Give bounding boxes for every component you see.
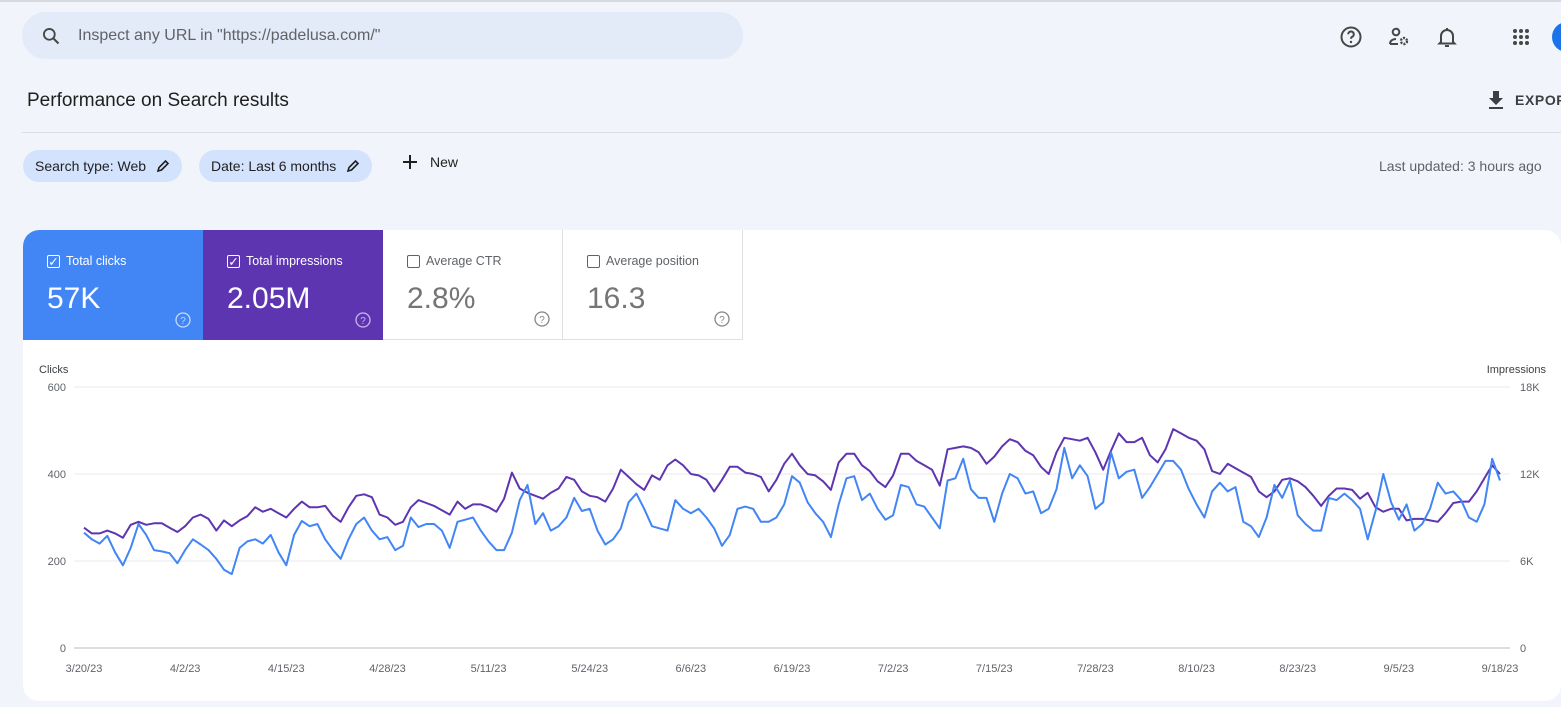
x-tick-label: 4/2/23 xyxy=(170,663,201,675)
series-line-clicks xyxy=(83,446,1501,576)
last-updated: Last updated: 3 hours ago xyxy=(1379,158,1542,174)
y-tick-right: 18K xyxy=(1520,382,1540,394)
metric-label: Average CTR xyxy=(426,254,502,268)
checkbox-checked-icon[interactable]: ✓ xyxy=(47,254,60,269)
help-icon xyxy=(1340,26,1362,48)
edit-pencil-icon xyxy=(347,159,360,173)
page-title: Performance on Search results xyxy=(27,90,289,111)
filter-chip-label: Search type: Web xyxy=(35,158,147,174)
help-icon[interactable]: ? xyxy=(534,311,550,327)
checkbox-checked-icon[interactable]: ✓ xyxy=(227,254,240,269)
metric-label: Total impressions xyxy=(246,254,343,268)
x-tick-label: 3/20/23 xyxy=(66,663,103,675)
y-tick-left: 600 xyxy=(48,382,66,394)
new-filter-button[interactable]: New xyxy=(402,154,458,170)
notifications-button[interactable] xyxy=(1434,24,1460,50)
metric-average-position[interactable]: Average position 16.3 ? xyxy=(563,230,743,340)
performance-card: ✓ Total clicks 57K ? ✓ Total impressions 2… xyxy=(23,230,1561,701)
x-tick-label: 5/24/23 xyxy=(571,663,608,675)
avatar[interactable] xyxy=(1552,22,1561,52)
help-icon[interactable]: ? xyxy=(175,312,191,328)
performance-chart[interactable]: 0 0 200 6K 400 12K 600 18K 3/20/23 4/2/23 4/15/23 4… xyxy=(23,370,1561,700)
y-tick-left: 200 xyxy=(48,556,66,568)
filter-chip-date[interactable]: Date: Last 6 months xyxy=(199,150,373,182)
svg-text:?: ? xyxy=(360,316,366,327)
svg-text:?: ? xyxy=(180,316,186,327)
x-tick-label: 5/11/23 xyxy=(471,663,507,675)
y-tick-right: 0 xyxy=(1520,643,1526,655)
download-icon xyxy=(1489,91,1503,109)
x-tick-label: 7/2/23 xyxy=(878,663,909,675)
x-tick-label: 7/15/23 xyxy=(976,663,1013,675)
metric-total-impressions[interactable]: ✓ Total impressions 2.05M ? xyxy=(203,230,383,340)
plus-icon xyxy=(403,155,417,169)
x-tick-label: 4/28/23 xyxy=(369,663,406,675)
x-tick-label: 4/15/23 xyxy=(268,663,305,675)
bell-icon xyxy=(1437,28,1457,47)
x-tick-label: 6/19/23 xyxy=(774,663,811,675)
export-label: EXPORT xyxy=(1515,92,1561,108)
help-button[interactable] xyxy=(1338,24,1364,50)
manage-users-icon xyxy=(1389,27,1409,46)
x-tick-label: 9/18/23 xyxy=(1482,663,1519,675)
metric-label: Average position xyxy=(606,254,699,268)
x-tick-label: 8/10/23 xyxy=(1178,663,1215,675)
metric-value: 2.05M xyxy=(227,282,311,315)
metric-value: 57K xyxy=(47,282,101,315)
y-tick-left: 0 xyxy=(60,643,66,655)
x-tick-label: 6/6/23 xyxy=(676,663,707,675)
new-filter-label: New xyxy=(430,154,459,170)
y-tick-right: 6K xyxy=(1520,556,1534,568)
svg-text:?: ? xyxy=(719,315,725,326)
apps-grid-icon xyxy=(1513,29,1529,45)
x-tick-label: 8/23/23 xyxy=(1279,663,1316,675)
filter-chip-label: Date: Last 6 months xyxy=(211,158,337,174)
url-inspection-input[interactable] xyxy=(78,26,678,45)
metric-total-clicks[interactable]: ✓ Total clicks 57K ? xyxy=(23,230,203,340)
divider xyxy=(22,132,1561,133)
y-tick-left: 400 xyxy=(48,469,66,481)
filter-chip-search-type[interactable]: Search type: Web xyxy=(23,150,183,182)
metric-label: Total clicks xyxy=(66,254,127,268)
checkbox-unchecked-icon[interactable] xyxy=(587,254,600,268)
help-icon[interactable]: ? xyxy=(714,311,730,327)
edit-pencil-icon xyxy=(156,159,170,173)
export-button[interactable]: EXPORT xyxy=(1487,90,1561,110)
x-tick-label: 9/5/23 xyxy=(1384,663,1415,675)
checkbox-unchecked-icon[interactable] xyxy=(407,254,420,268)
manage-users-button[interactable] xyxy=(1386,24,1412,50)
search-icon xyxy=(43,27,60,44)
help-icon[interactable]: ? xyxy=(355,312,371,328)
svg-text:?: ? xyxy=(539,315,545,326)
url-inspection-search[interactable] xyxy=(22,12,743,59)
y-tick-right: 12K xyxy=(1520,469,1540,481)
metric-average-ctr[interactable]: Average CTR 2.8% ? xyxy=(383,230,563,340)
x-tick-label: 7/28/23 xyxy=(1077,663,1114,675)
apps-button[interactable] xyxy=(1508,24,1534,50)
